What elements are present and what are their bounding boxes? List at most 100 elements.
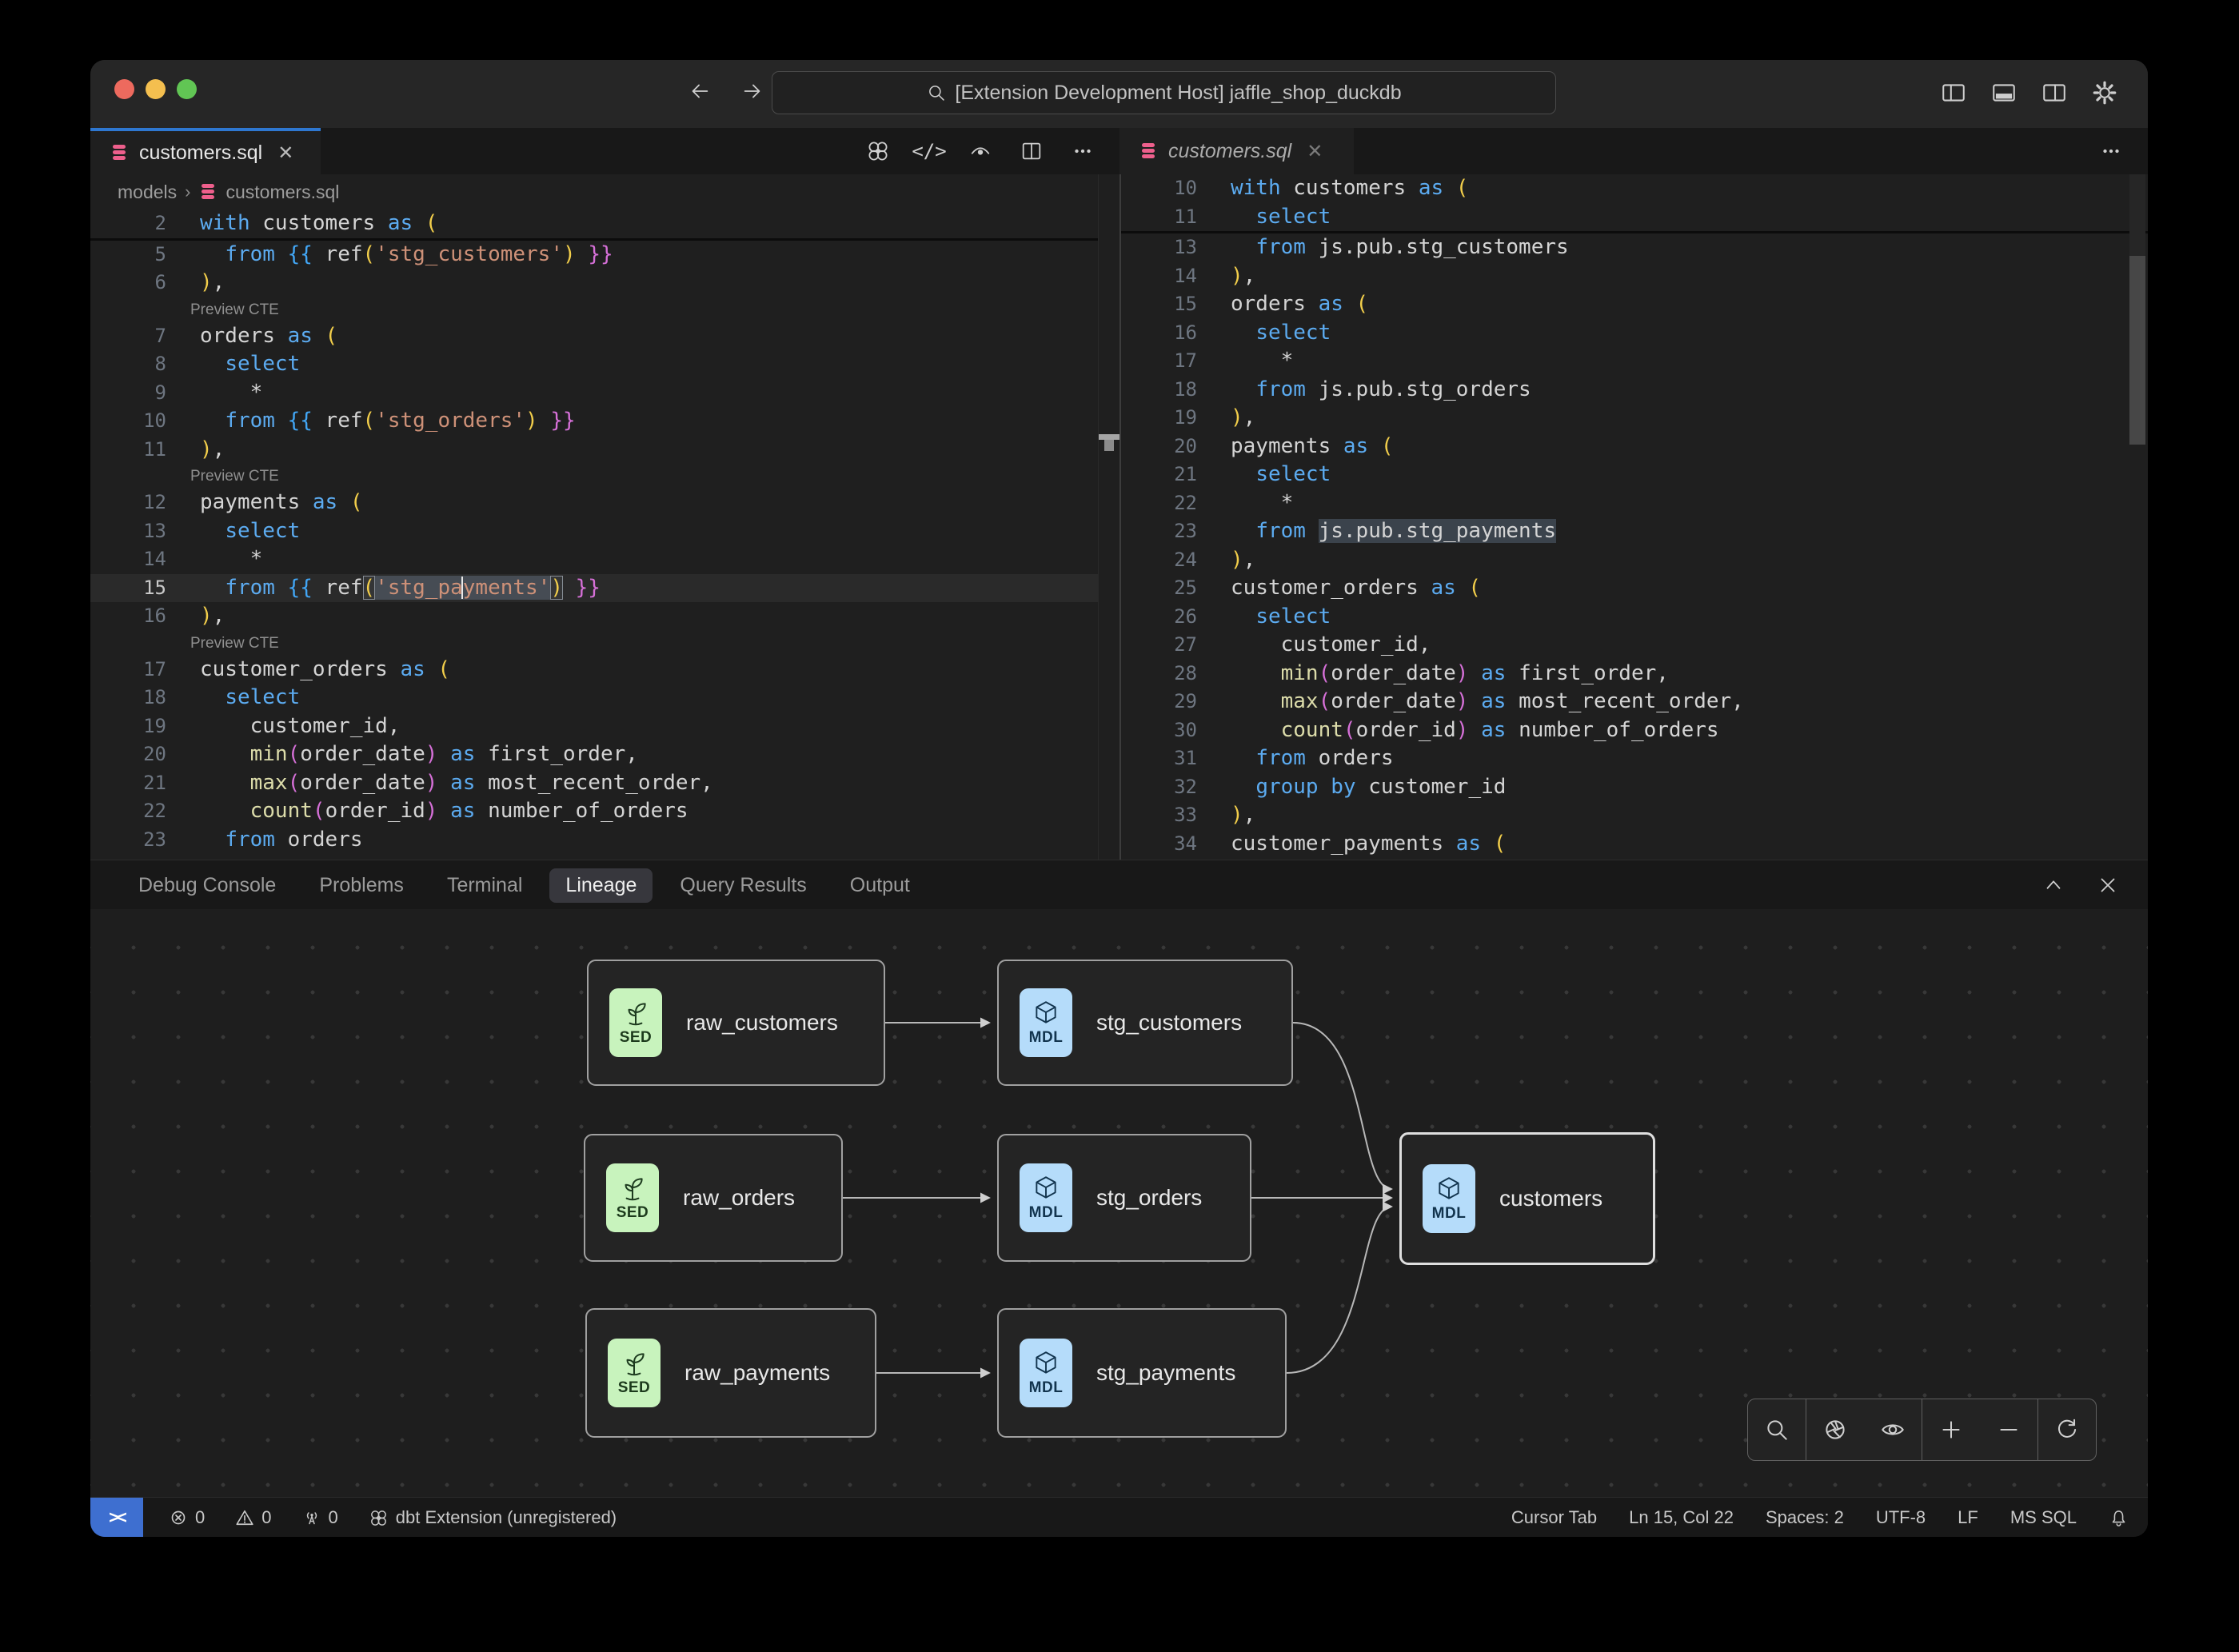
status-ln-15-col-22[interactable]: Ln 15, Col 22 xyxy=(1629,1507,1734,1528)
code-line-20[interactable]: 20 min(order_date) as first_order, xyxy=(90,740,1098,769)
status-ms-sql[interactable]: MS SQL xyxy=(2010,1507,2077,1528)
code-line-29[interactable]: 29 max(order_date) as most_recent_order, xyxy=(1121,688,2148,716)
panel-tab-problems[interactable]: Problems xyxy=(303,868,420,903)
code-line-30[interactable]: 30 count(order_id) as number_of_orders xyxy=(1121,716,2148,745)
lineage-node-customers[interactable]: MDLcustomers xyxy=(1399,1132,1655,1265)
code-line-9[interactable]: 9 * xyxy=(90,379,1098,408)
tab-customers-sql-compiled[interactable]: customers.sql ✕ xyxy=(1120,128,1354,174)
close-window-button[interactable] xyxy=(114,79,134,99)
refresh-icon[interactable] xyxy=(2038,1399,2096,1460)
status-error[interactable]: 0 xyxy=(169,1507,205,1528)
code-line-28[interactable]: 28 min(order_date) as first_order, xyxy=(1121,660,2148,688)
zoom-out-icon[interactable] xyxy=(1980,1399,2037,1460)
code-icon[interactable]: </> xyxy=(913,134,945,168)
code-line-21[interactable]: 21 select xyxy=(1121,461,2148,489)
status-warning[interactable]: 0 xyxy=(235,1507,271,1528)
code-line-24[interactable]: 24), xyxy=(1121,546,2148,575)
code-line-16[interactable]: 16 select xyxy=(1121,319,2148,348)
eye-icon[interactable] xyxy=(1864,1399,1922,1460)
status-dbt[interactable]: dbt Extension (unregistered) xyxy=(369,1507,617,1528)
lineage-node-raw_customers[interactable]: SEDraw_customers xyxy=(587,960,885,1086)
lineage-node-raw_payments[interactable]: SEDraw_payments xyxy=(585,1308,876,1438)
dbt-icon[interactable] xyxy=(862,134,894,168)
code-line-21[interactable]: 21 max(order_date) as most_recent_order, xyxy=(90,769,1098,798)
panel-tab-terminal[interactable]: Terminal xyxy=(431,868,538,903)
panel-tab-lineage[interactable]: Lineage xyxy=(549,868,653,903)
code-line-8[interactable]: 8 select xyxy=(90,350,1098,379)
close-panel-icon[interactable] xyxy=(2092,868,2124,902)
command-center-search[interactable]: [Extension Development Host] jaffle_shop… xyxy=(772,71,1556,114)
overview-ruler[interactable] xyxy=(1098,174,1120,860)
code-line-23[interactable]: 23 from orders xyxy=(90,826,1098,855)
code-line-19[interactable]: 19 customer_id, xyxy=(90,712,1098,741)
layout-sidebar-right-icon[interactable] xyxy=(2038,76,2070,110)
status-spaces-2[interactable]: Spaces: 2 xyxy=(1766,1507,1844,1528)
status-ports[interactable]: 0 xyxy=(302,1507,338,1528)
minimize-window-button[interactable] xyxy=(146,79,166,99)
code-line-31[interactable]: 31 from orders xyxy=(1121,744,2148,773)
code-line-11[interactable]: 11), xyxy=(90,436,1098,465)
code-line-16[interactable]: 16), xyxy=(90,602,1098,631)
codelens-preview-cte[interactable]: Preview CTE xyxy=(90,631,1098,656)
lineage-node-raw_orders[interactable]: SEDraw_orders xyxy=(584,1134,843,1262)
code-line-22[interactable]: 22 * xyxy=(1121,489,2148,518)
code-line-7[interactable]: 7orders as ( xyxy=(90,322,1098,351)
more-icon[interactable] xyxy=(1067,134,1099,168)
code-line-32[interactable]: 32 group by customer_id xyxy=(1121,773,2148,802)
code-line-10[interactable]: 10with customers as ( xyxy=(1121,174,2148,203)
code-line-15[interactable]: 15 from {{ ref('stg_payments') }} xyxy=(90,574,1098,603)
code-line-19[interactable]: 19), xyxy=(1121,404,2148,433)
aperture-icon[interactable] xyxy=(1806,1399,1864,1460)
close-tab-icon[interactable]: ✕ xyxy=(277,142,293,165)
code-line-15[interactable]: 15orders as ( xyxy=(1121,290,2148,319)
forward-icon[interactable] xyxy=(736,74,768,108)
code-line-18[interactable]: 18 select xyxy=(90,684,1098,712)
close-tab-icon[interactable]: ✕ xyxy=(1307,140,1323,163)
code-line-13[interactable]: 13 from js.pub.stg_customers xyxy=(1121,233,2148,262)
code-line-2[interactable]: 2with customers as ( xyxy=(90,209,1098,241)
breadcrumb-file[interactable]: customers.sql xyxy=(225,182,339,203)
remote-indicator[interactable]: >< xyxy=(90,1498,143,1537)
code-line-27[interactable]: 27 customer_id, xyxy=(1121,631,2148,660)
code-line-20[interactable]: 20payments as ( xyxy=(1121,433,2148,461)
code-line-13[interactable]: 13 select xyxy=(90,517,1098,546)
lineage-node-stg_payments[interactable]: MDLstg_payments xyxy=(997,1308,1287,1438)
code-line-5[interactable]: 5 from {{ ref('stg_customers') }} xyxy=(90,241,1098,269)
code-line-26[interactable]: 26 select xyxy=(1121,603,2148,632)
scrollbar-track[interactable] xyxy=(2129,174,2145,256)
preview-eye-icon[interactable] xyxy=(964,134,996,168)
status-utf-8[interactable]: UTF-8 xyxy=(1876,1507,1926,1528)
settings-gear-icon[interactable] xyxy=(2089,76,2121,110)
lineage-canvas[interactable]: SEDraw_customers MDLstg_customers SEDraw_o… xyxy=(90,909,2148,1497)
code-line-6[interactable]: 6), xyxy=(90,269,1098,297)
chevron-up-icon[interactable] xyxy=(2037,868,2069,902)
lineage-node-stg_customers[interactable]: MDLstg_customers xyxy=(997,960,1293,1086)
code-line-14[interactable]: 14), xyxy=(1121,262,2148,291)
zoom-window-button[interactable] xyxy=(177,79,197,99)
code-line-33[interactable]: 33), xyxy=(1121,801,2148,830)
more-icon[interactable] xyxy=(2095,134,2127,168)
search-icon[interactable] xyxy=(1748,1399,1806,1460)
code-line-34[interactable]: 34customer_payments as ( xyxy=(1121,830,2148,859)
panel-tab-debug-console[interactable]: Debug Console xyxy=(122,868,292,903)
panel-tab-query-results[interactable]: Query Results xyxy=(664,868,822,903)
code-line-14[interactable]: 14 * xyxy=(90,545,1098,574)
code-line-10[interactable]: 10 from {{ ref('stg_orders') }} xyxy=(90,407,1098,436)
back-icon[interactable] xyxy=(684,74,716,108)
panel-tab-output[interactable]: Output xyxy=(834,868,926,903)
codelens-preview-cte[interactable]: Preview CTE xyxy=(90,464,1098,489)
status-lf[interactable]: LF xyxy=(1958,1507,1978,1528)
scrollbar-thumb[interactable] xyxy=(2129,256,2145,445)
code-line-17[interactable]: 17customer_orders as ( xyxy=(90,656,1098,684)
tab-customers-sql[interactable]: customers.sql ✕ xyxy=(90,128,321,174)
layout-sidebar-left-icon[interactable] xyxy=(1938,76,1970,110)
split-editor-icon[interactable] xyxy=(1016,134,1048,168)
zoom-in-icon[interactable] xyxy=(1922,1399,1980,1460)
compiled-editor-pane[interactable]: 10with customers as (11 select13 from js… xyxy=(1121,174,2148,860)
breadcrumb-folder[interactable]: models xyxy=(118,182,177,203)
source-editor-pane[interactable]: models › customers.sql 2with customers a… xyxy=(90,174,1098,860)
code-line-11[interactable]: 11 select xyxy=(1121,203,2148,234)
code-line-17[interactable]: 17 * xyxy=(1121,347,2148,376)
status-cursor-tab[interactable]: Cursor Tab xyxy=(1511,1507,1597,1528)
code-line-12[interactable]: 12payments as ( xyxy=(90,489,1098,517)
